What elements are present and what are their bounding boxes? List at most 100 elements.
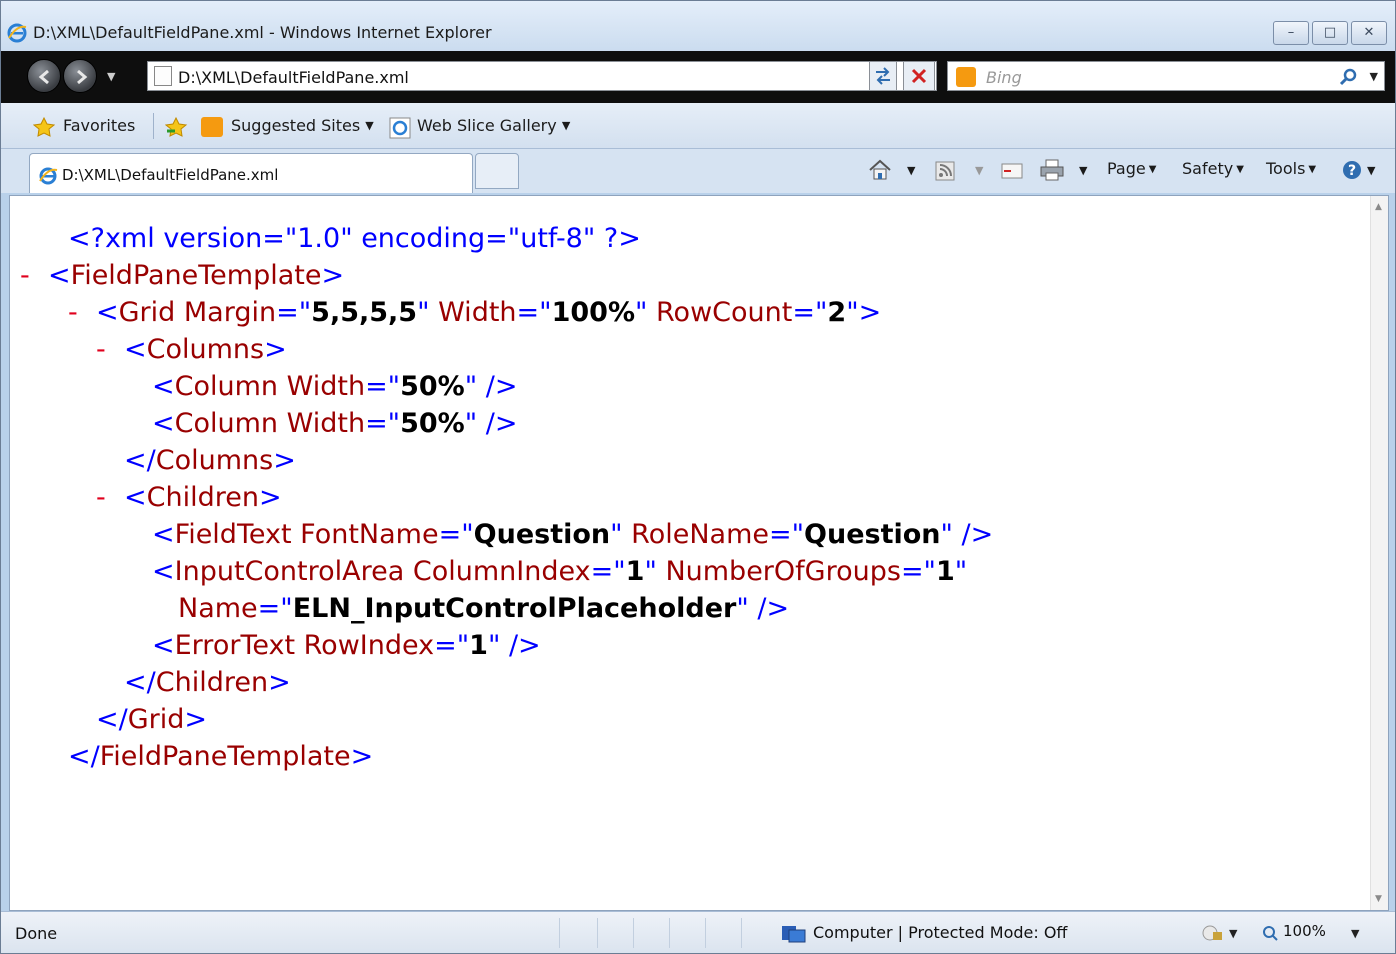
xml-punctuation: < xyxy=(152,519,175,550)
xml-line: <Grid Margin="5,5,5,5" Width="100%" RowC… xyxy=(96,294,881,331)
back-button[interactable] xyxy=(27,59,61,93)
attribute-name: NumberOfGroups xyxy=(656,556,901,587)
tools-menu[interactable]: Tools ▼ xyxy=(1266,159,1316,178)
refresh-button[interactable] xyxy=(869,61,897,91)
xml-punctuation: < xyxy=(48,260,71,291)
xml-punctuation: < xyxy=(96,297,119,328)
xml-line: <Column Width="50%" /> xyxy=(152,368,517,405)
xml-line: <FieldText FontName="Question" RoleName=… xyxy=(152,516,993,553)
xml-line: <Columns> xyxy=(124,331,287,368)
security-zone[interactable]: Computer | Protected Mode: Off xyxy=(813,923,1067,942)
new-tab-button[interactable] xyxy=(475,153,519,189)
xml-line: <Children> xyxy=(124,479,282,516)
web-slice-gallery-link[interactable]: Web Slice Gallery ▼ xyxy=(417,116,570,135)
zoom-dropdown[interactable]: ▼ xyxy=(1351,927,1359,940)
zoom-icon xyxy=(1263,926,1278,941)
xml-punctuation: " /> xyxy=(736,593,790,624)
xml-punctuation: =" xyxy=(365,408,401,439)
tag-name: InputControlArea xyxy=(174,556,405,587)
chevron-down-icon: ▼ xyxy=(1148,164,1157,175)
home-icon[interactable] xyxy=(867,159,893,181)
tag-name: FieldPaneTemplate xyxy=(99,741,351,772)
xml-punctuation: > xyxy=(258,482,282,513)
help-dropdown[interactable]: ▼ xyxy=(1367,164,1375,177)
minimize-button[interactable]: – xyxy=(1273,21,1309,45)
collapse-toggle[interactable]: - xyxy=(96,331,106,368)
xml-punctuation: " xyxy=(610,519,623,550)
protected-mode-icon[interactable] xyxy=(1201,924,1227,942)
address-field[interactable]: D:\XML\DefaultFieldPane.xml ▼ xyxy=(147,61,997,91)
favorites-button[interactable]: Favorites xyxy=(63,116,135,135)
xml-document-view[interactable]: <?xml version="1.0" encoding="utf-8" ?> -… xyxy=(9,195,1389,911)
status-divider xyxy=(559,918,560,948)
attribute-value: 100% xyxy=(551,297,635,328)
xml-punctuation: =" xyxy=(434,630,470,661)
xml-line: <Column Width="50%" /> xyxy=(152,405,517,442)
attribute-value: Question xyxy=(804,519,941,550)
restore-button[interactable]: □ xyxy=(1312,21,1348,45)
search-options-dropdown[interactable]: ▼ xyxy=(1370,70,1378,83)
refresh-icon xyxy=(876,67,890,85)
feeds-icon[interactable] xyxy=(935,161,955,181)
restore-icon: □ xyxy=(1323,25,1337,40)
scroll-up-icon[interactable]: ▲ xyxy=(1375,202,1382,212)
xml-punctuation: =" xyxy=(438,519,474,550)
tag-name: Columns xyxy=(155,445,274,476)
add-to-favorites-icon[interactable] xyxy=(165,117,189,137)
web-slice-gallery-label: Web Slice Gallery xyxy=(417,116,557,135)
attribute-name: Name xyxy=(178,593,258,624)
attribute-name: Width xyxy=(429,297,517,328)
tag-name: ErrorText xyxy=(174,630,296,661)
xml-punctuation: > xyxy=(350,741,374,772)
suggested-sites-label: Suggested Sites xyxy=(231,116,361,135)
help-icon[interactable]: ? xyxy=(1341,159,1365,181)
tag-name: FieldText xyxy=(174,519,292,550)
collapse-toggle[interactable]: - xyxy=(96,479,106,516)
xml-punctuation: " /> xyxy=(464,371,518,402)
tools-menu-label: Tools xyxy=(1266,159,1306,178)
page-menu[interactable]: Page ▼ xyxy=(1107,159,1156,178)
stop-button[interactable] xyxy=(903,61,935,91)
attribute-value: 2 xyxy=(827,297,847,328)
xml-line: <ErrorText RowIndex="1" /> xyxy=(152,627,541,664)
collapse-toggle[interactable]: - xyxy=(20,257,30,294)
safety-menu[interactable]: Safety ▼ xyxy=(1182,159,1244,178)
forward-button[interactable] xyxy=(63,59,97,93)
collapse-toggle[interactable]: - xyxy=(68,294,78,331)
page-menu-label: Page xyxy=(1107,159,1146,178)
tag-name: Columns xyxy=(146,334,265,365)
suggested-sites-link[interactable]: Suggested Sites ▼ xyxy=(231,116,374,135)
scroll-down-icon[interactable]: ▼ xyxy=(1375,894,1382,904)
xml-punctuation: < xyxy=(152,630,175,661)
xml-line: </Columns> xyxy=(124,442,296,479)
xml-punctuation: =" xyxy=(900,556,936,587)
xml-punctuation: " xyxy=(417,297,430,328)
tag-name: Column xyxy=(174,371,279,402)
stop-icon xyxy=(911,68,927,84)
xml-punctuation: =" xyxy=(257,593,293,624)
search-field[interactable]: Bing ▼ xyxy=(947,61,1385,91)
xml-punctuation: " xyxy=(954,556,968,587)
tab-active[interactable]: D:\XML\DefaultFieldPane.xml xyxy=(29,153,473,193)
search-icon[interactable] xyxy=(1338,66,1360,88)
xml-punctuation: < xyxy=(152,408,175,439)
feeds-dropdown[interactable]: ▼ xyxy=(975,164,983,177)
xml-punctuation: " xyxy=(644,556,657,587)
print-dropdown[interactable]: ▼ xyxy=(1079,164,1087,177)
print-icon[interactable] xyxy=(1039,159,1065,181)
vertical-scrollbar[interactable]: ▲ ▼ xyxy=(1370,196,1388,910)
address-toolbar: ▼ D:\XML\DefaultFieldPane.xml ▼ Bing ▼ xyxy=(1,51,1395,103)
browser-window: D:\XML\DefaultFieldPane.xml - Windows In… xyxy=(0,0,1396,954)
tag-name: Grid xyxy=(127,704,185,735)
bing-logo-icon xyxy=(956,67,976,87)
chevron-down-icon[interactable]: ▼ xyxy=(1229,927,1237,940)
zoom-level[interactable]: 100% xyxy=(1283,922,1326,940)
home-dropdown[interactable]: ▼ xyxy=(907,164,915,177)
recent-pages-dropdown[interactable]: ▼ xyxy=(107,70,115,83)
read-mail-icon[interactable] xyxy=(1001,163,1023,179)
status-divider xyxy=(669,918,670,948)
close-button[interactable]: ✕ xyxy=(1351,21,1387,45)
xml-punctuation: </ xyxy=(96,704,128,735)
tag-name: FieldPaneTemplate xyxy=(70,260,322,291)
xml-line: <FieldPaneTemplate> xyxy=(48,257,344,294)
